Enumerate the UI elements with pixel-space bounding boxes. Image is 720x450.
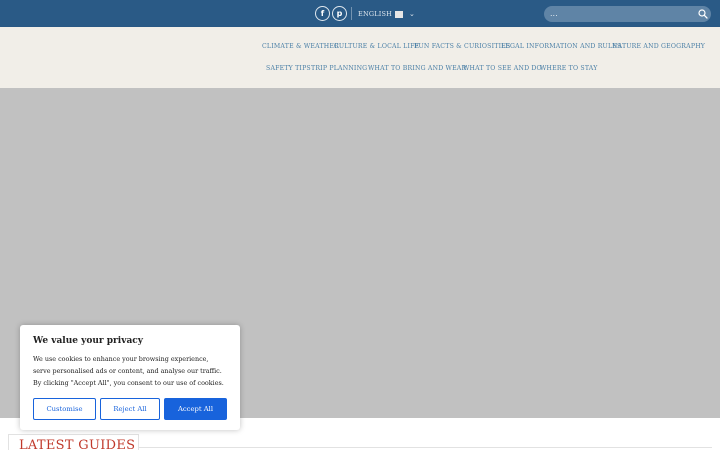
nav-what-to-bring[interactable]: WHAT TO BRING AND WEAR — [368, 65, 466, 72]
nav-safety-tips[interactable]: SAFETY TIPS — [266, 65, 311, 72]
nav-legal-information[interactable]: LEGAL INFORMATION AND RULES — [501, 43, 621, 50]
nav-climate-weather[interactable]: CLIMATE & WEATHER — [262, 43, 339, 50]
pinterest-icon[interactable]: p — [332, 6, 347, 21]
nav-what-to-see[interactable]: WHAT TO SEE AND DO — [463, 65, 542, 72]
accept-all-button[interactable]: Accept All — [164, 398, 227, 420]
cookie-title: We value your privacy — [33, 336, 143, 346]
nav-trip-planning[interactable]: TRIP PLANNING — [311, 65, 367, 72]
nav-fun-facts[interactable]: FUN FACTS & CURIOSITIES — [414, 43, 510, 50]
search-input[interactable] — [544, 6, 711, 22]
nav-where-to-stay[interactable]: WHERE TO STAY — [540, 65, 598, 72]
customise-button[interactable]: Customise — [33, 398, 96, 420]
search-input-text: ... — [550, 9, 558, 18]
language-label: ENGLISH — [358, 10, 393, 18]
language-selector[interactable]: ENGLISH ⌄ — [358, 8, 415, 20]
latest-guides-heading: LATEST GUIDES — [19, 438, 136, 450]
topbar-divider — [351, 7, 352, 20]
main-navigation — [0, 27, 720, 88]
cookie-text-line: serve personalised ads or content, and a… — [33, 367, 222, 375]
nav-culture-local-life[interactable]: CULTURE & LOCAL LIFE — [334, 43, 419, 50]
cookie-text-line: By clicking "Accept All", you consent to… — [33, 379, 224, 387]
flag-icon — [395, 10, 404, 18]
reject-all-button[interactable]: Reject All — [100, 398, 160, 420]
search-icon[interactable] — [698, 9, 708, 19]
cookie-text-line: We use cookies to enhance your browsing … — [33, 355, 209, 363]
nav-nature-geography[interactable]: NATURE AND GEOGRAPHY — [612, 43, 705, 50]
chevron-down-icon: ⌄ — [409, 10, 416, 18]
facebook-icon[interactable]: f — [315, 6, 330, 21]
